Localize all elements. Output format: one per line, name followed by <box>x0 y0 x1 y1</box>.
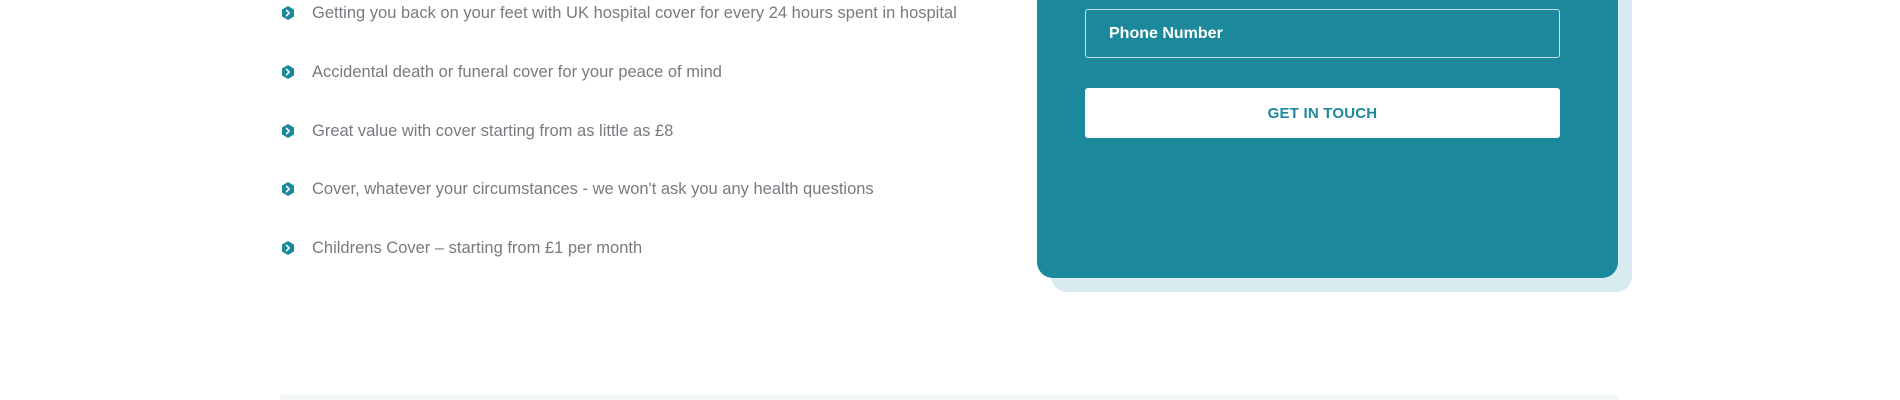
section-divider <box>280 395 1618 400</box>
chevron-right-bullet-icon <box>280 240 296 256</box>
benefit-text: Childrens Cover – starting from £1 per m… <box>312 239 643 257</box>
get-in-touch-button[interactable]: GET IN TOUCH <box>1085 88 1560 138</box>
contact-form-card: GET IN TOUCH <box>1037 0 1618 278</box>
chevron-right-bullet-icon <box>280 5 296 21</box>
benefit-text: Great value with cover starting from as … <box>312 122 674 140</box>
benefit-item: Getting you back on your feet with UK ho… <box>280 0 957 26</box>
benefit-text: Accidental death or funeral cover for yo… <box>312 63 722 81</box>
benefit-text: Getting you back on your feet with UK ho… <box>312 4 957 22</box>
benefit-item: Accidental death or funeral cover for yo… <box>280 59 722 85</box>
benefit-item: Cover, whatever your circumstances - we … <box>280 176 874 202</box>
chevron-right-bullet-icon <box>280 123 296 139</box>
benefit-item: Great value with cover starting from as … <box>280 118 673 144</box>
page: Getting you back on your feet with UK ho… <box>0 0 1900 400</box>
phone-number-field[interactable] <box>1085 9 1560 58</box>
benefit-item: Childrens Cover – starting from £1 per m… <box>280 235 642 261</box>
chevron-right-bullet-icon <box>280 64 296 80</box>
chevron-right-bullet-icon <box>280 181 296 197</box>
benefit-text: Cover, whatever your circumstances - we … <box>312 180 874 198</box>
